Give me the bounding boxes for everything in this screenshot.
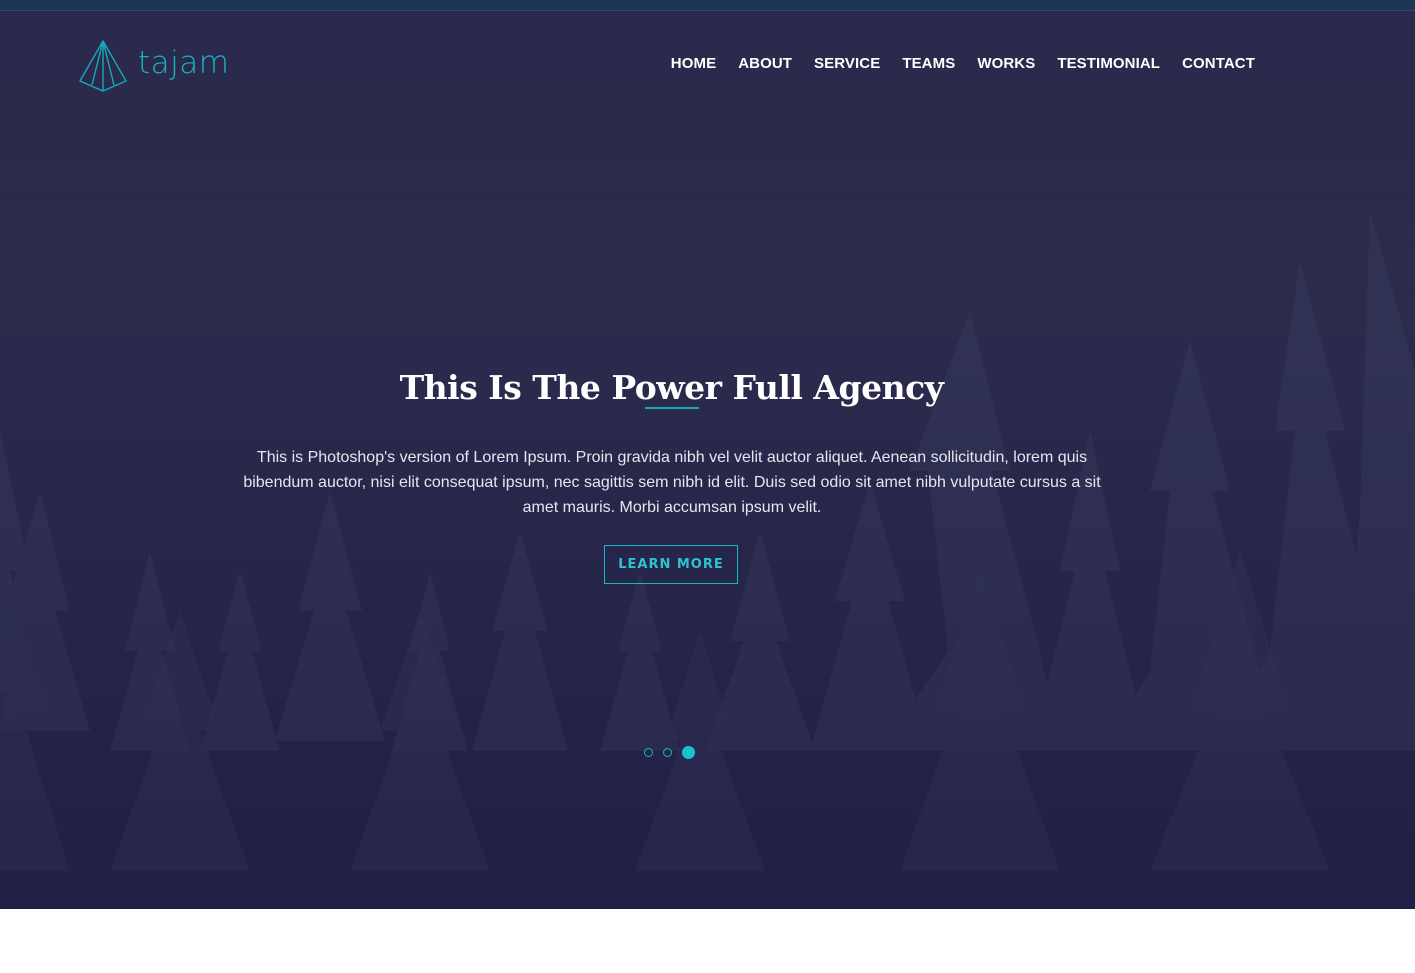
nav-home[interactable]: HOME [671,55,716,72]
pyramid-logo-icon [79,40,127,92]
brand-logo[interactable]: tajam [78,39,229,93]
hero-description: This is Photoshop's version of Lorem Ips… [243,449,1101,516]
slider-dot-2[interactable] [663,748,672,757]
learn-more-button[interactable]: LEARN MORE [604,545,738,584]
nav-contact[interactable]: CONTACT [1182,55,1255,72]
slider-dot-1[interactable] [644,748,653,757]
nav-about[interactable]: ABOUT [738,55,792,72]
nav-teams[interactable]: TEAMS [902,55,955,72]
nav-testimonial[interactable]: TESTIMONIAL [1057,55,1160,72]
slider-dot-3-active[interactable] [682,746,695,759]
brand-name: tajam [138,44,230,81]
top-accent-bar [0,0,1415,11]
slider-pagination [644,746,705,759]
main-nav: HOME ABOUT SERVICE TEAMS WORKS TESTIMONI… [649,55,1255,72]
nav-service[interactable]: SERVICE [814,55,880,72]
hero-title: This Is The Power Full Agency [399,368,944,408]
title-divider [645,407,699,409]
nav-works[interactable]: WORKS [977,55,1035,72]
next-section [0,909,1415,973]
site-header: tajam HOME ABOUT SERVICE TEAMS WORKS TES… [0,11,1415,121]
hero-section: tajam HOME ABOUT SERVICE TEAMS WORKS TES… [0,11,1415,909]
